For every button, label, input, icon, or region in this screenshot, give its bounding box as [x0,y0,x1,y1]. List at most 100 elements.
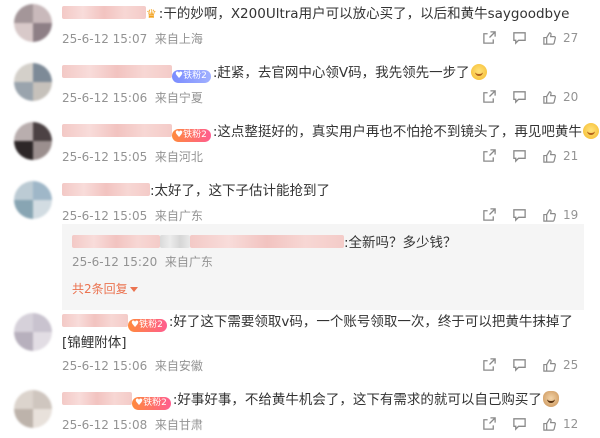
like-count: 21 [563,149,579,163]
comment-text: :太好了，这下子估计能抢到了 [150,183,331,199]
like-button[interactable]: 19 [542,207,578,223]
share-icon[interactable] [482,416,497,432]
avatar[interactable] [14,122,52,160]
fan-badge-label: 铁粉2 [183,130,207,140]
username-redacted[interactable] [62,314,128,327]
comment-location: 来自上海 [154,32,203,46]
share-icon[interactable] [482,148,497,164]
comment-location: 来自安徽 [154,359,203,373]
like-button[interactable]: 27 [542,30,578,46]
avatar[interactable] [14,313,52,351]
comment-actions: 19 [482,207,586,223]
share-icon[interactable] [482,89,497,105]
comment-meta: 25-6-12 15:06 来自宁夏 [62,89,203,106]
comment-icon[interactable] [512,207,527,223]
chevron-down-icon [129,287,138,292]
username-redacted[interactable] [62,183,150,196]
comment-time: 25-6-12 15:06 [62,91,148,105]
crown-icon: ♛ [146,7,157,21]
reply-username-redacted[interactable] [72,235,160,248]
comment-line: ♥铁粉2:好事好事，不给黄牛机会了，这下有需求的就可以自己购买了 [62,390,559,410]
comment-text: :这点整挺好的，真实用户再也不怕抢不到镜头了，再见吧黄牛 [212,124,582,140]
comment-line: ♥铁粉2:赶紧，去官网中心领V码，我先领先一步了 [62,63,487,83]
fan-badge-label: 铁粉2 [183,71,207,81]
like-button[interactable]: 20 [542,89,578,105]
comment-time: 25-6-12 15:08 [62,418,148,432]
comment-text: :赶紧，去官网中心领V码，我先领先一步了 [212,65,470,81]
fan-badge: ♥铁粉2 [132,397,171,410]
comment-actions: 20 [482,89,586,105]
reply-time: 25-6-12 15:20 [72,255,158,269]
share-icon[interactable] [482,30,497,46]
like-count: 27 [563,31,579,45]
comment-actions: 25 [482,357,586,373]
thumbs-up-icon [543,358,556,372]
fan-badge: ♥铁粉2 [172,129,211,142]
grin-emoji-icon [470,64,487,80]
comment-actions: 21 [482,148,586,164]
comment-time: 25-6-12 15:05 [62,209,148,223]
avatar[interactable] [14,181,52,219]
comment-icon[interactable] [512,357,527,373]
reply-line: :全新吗？多少钱？ [72,231,457,251]
comment-line: ♥铁粉2:好了这下需要领取v码，一个账号领取一次，终于可以把黄牛抹掉了[锦鲤附体… [62,312,584,354]
share-icon[interactable] [482,357,497,373]
username-redacted[interactable] [62,392,132,405]
like-count: 20 [563,90,579,104]
comment-line: ♥铁粉2:这点整挺好的，真实用户再也不怕抢不到镜头了，再见吧黄牛 [62,122,599,142]
comment-icon[interactable] [512,30,527,46]
comment-location: 来自河北 [154,150,203,164]
comment-icon[interactable] [512,416,527,432]
thumbs-up-icon [543,149,556,163]
comment-location: 来自宁夏 [154,91,203,105]
avatar[interactable] [14,390,52,428]
username-redacted[interactable] [62,124,172,137]
avatar[interactable] [14,4,52,42]
comment-meta: 25-6-12 15:05 来自河北 [62,148,203,165]
fan-badge: ♥铁粉2 [128,319,167,332]
comment-time: 25-6-12 15:07 [62,32,148,46]
comment-meta: 25-6-12 15:05 来自广东 [62,207,203,224]
comment-line: :太好了，这下子估计能抢到了 [62,181,330,201]
comment-text: :干的妙啊，X200Ultra用户可以放心买了，以后和黄牛saygoodbye [158,6,570,22]
reply-location: 来自广东 [164,255,213,269]
more-replies-link[interactable]: 共2条回复 [72,280,138,297]
reply-meta: 25-6-12 15:20 来自广东 [72,253,213,270]
like-button[interactable]: 12 [542,416,578,432]
like-count: 12 [563,417,579,431]
username-redacted[interactable] [62,65,172,78]
share-icon[interactable] [482,207,497,223]
more-replies-label: 共2条回复 [72,282,128,296]
dog-emoji-icon [542,391,559,407]
thumbs-up-icon [543,31,556,45]
comment-icon[interactable] [512,89,527,105]
thumbs-up-icon [543,208,556,222]
reply-text: :全新吗？多少钱？ [344,235,457,251]
like-button[interactable]: 25 [542,357,578,373]
reply-username-redacted[interactable] [190,235,344,248]
comment-text: :好事好事，不给黄牛机会了，这下有需求的就可以自己购买了 [172,392,542,408]
comment-actions: 12 [482,416,586,432]
like-count: 25 [563,358,579,372]
like-count: 19 [563,208,579,222]
avatar[interactable] [14,63,52,101]
comment-line: ♛:干的妙啊，X200Ultra用户可以放心买了，以后和黄牛saygoodbye [62,4,569,24]
comment-location: 来自广东 [154,209,203,223]
comment-meta: 25-6-12 15:08 来自甘肃 [62,416,203,433]
fan-badge-label: 铁粉2 [143,398,167,408]
thumbs-up-icon [543,417,556,431]
thumbs-up-icon [543,90,556,104]
fan-badge: ♥铁粉2 [172,70,211,83]
comment-location: 来自甘肃 [154,418,203,432]
comment-time: 25-6-12 15:06 [62,359,148,373]
reply-username-redacted[interactable] [160,235,190,248]
comment-actions: 27 [482,30,586,46]
comment-meta: 25-6-12 15:06 来自安徽 [62,357,203,374]
comment-icon[interactable] [512,148,527,164]
fan-badge-label: 铁粉2 [139,320,163,330]
thinking-emoji-icon [582,123,599,139]
reply-box: :全新吗？多少钱？ 25-6-12 15:20 来自广东 共2条回复 [62,224,584,310]
username-redacted[interactable] [62,6,146,19]
comment-meta: 25-6-12 15:07 来自上海 [62,30,203,47]
like-button[interactable]: 21 [542,148,578,164]
